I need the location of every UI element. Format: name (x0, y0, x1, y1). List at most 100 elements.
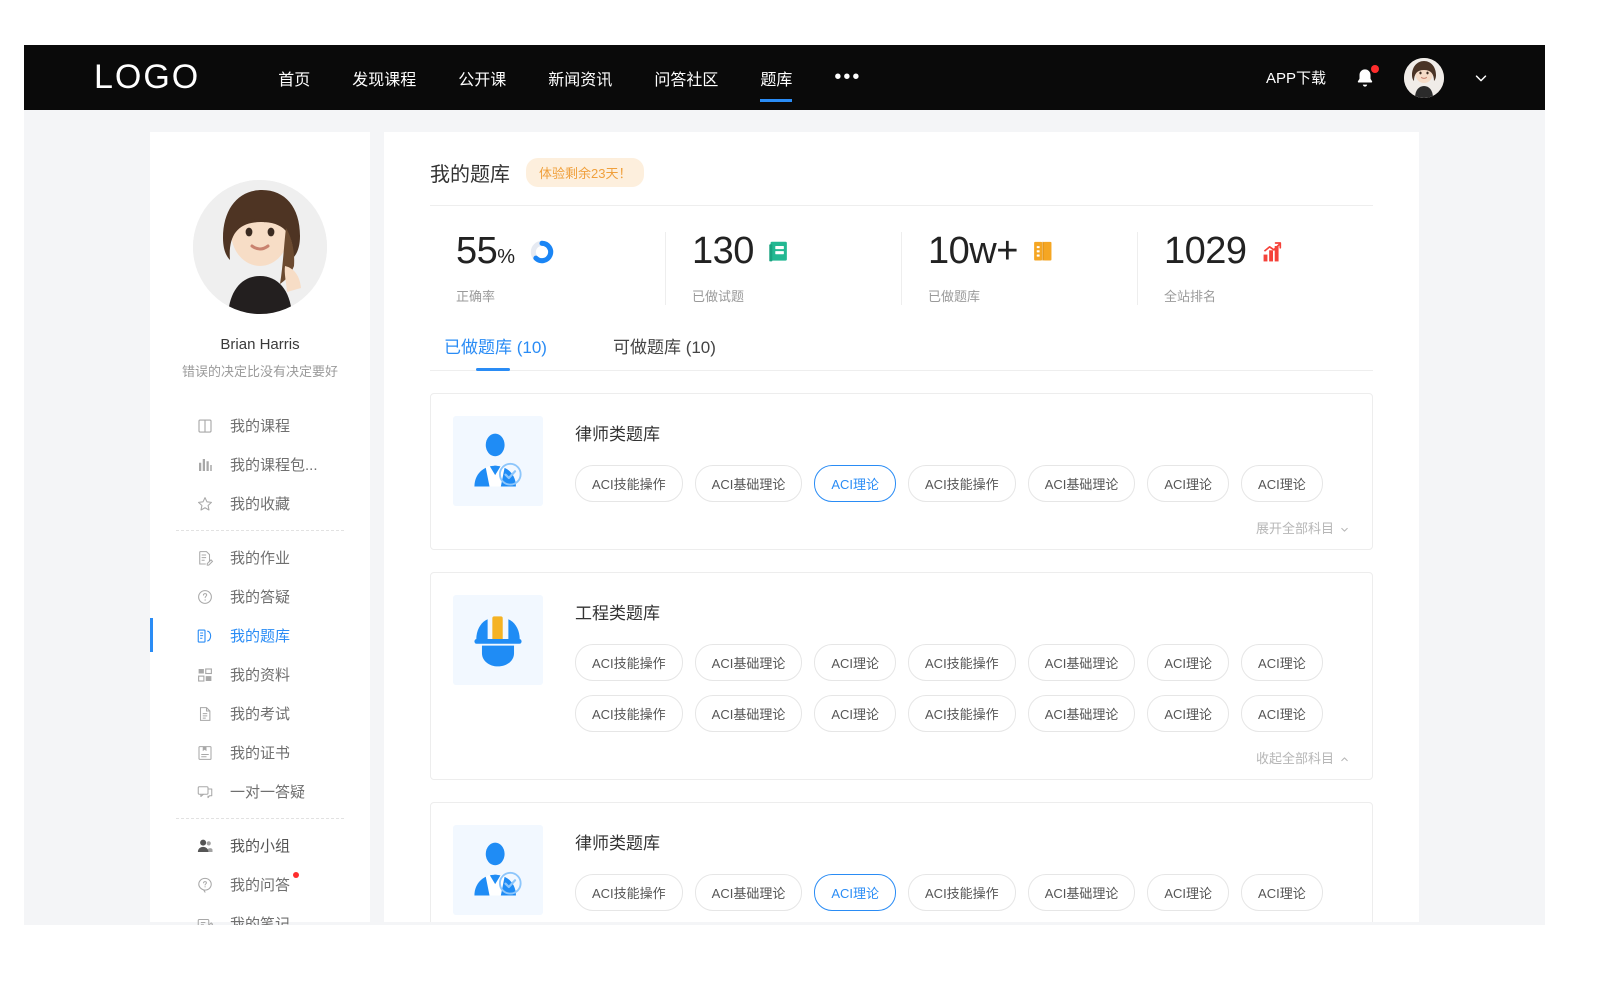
chevron-down-icon (1472, 69, 1490, 87)
subject-chip[interactable]: ACI基础理论 (695, 695, 803, 732)
stat-value: 130 (692, 232, 754, 272)
subject-chip[interactable]: ACI理论 (1241, 644, 1323, 681)
sidebar-item-1[interactable]: 我的课程包... (150, 445, 370, 484)
question-circle-icon (196, 588, 214, 606)
card-title: 律师类题库 (575, 420, 1350, 445)
nav-item-4[interactable]: 问答社区 (654, 45, 718, 110)
nav-item-5[interactable]: 题库 (760, 45, 792, 110)
sidebar-item-2[interactable]: 我的收藏 (150, 484, 370, 523)
star-icon (196, 495, 214, 513)
sidebar-item-0[interactable]: 我的课程 (150, 406, 370, 445)
sidebar-item-5[interactable]: 我的答疑 (150, 577, 370, 616)
subject-chip-row: ACI技能操作 ACI基础理论 ACI理论 ACI技能操作 ACI基础理论 ACI理论 AC… (575, 695, 1350, 732)
chevron-up-icon (1339, 754, 1350, 765)
sidebar-item-6[interactable]: 我的题库 (150, 616, 370, 655)
subject-chip[interactable]: ACI理论 (1147, 695, 1229, 732)
subject-chip[interactable]: ACI技能操作 (575, 695, 683, 732)
notification-bell-button[interactable] (1354, 66, 1376, 90)
sidebar-item-7[interactable]: 我的资料 (150, 655, 370, 694)
note-pen-icon (196, 915, 214, 926)
sidebar-item-4[interactable]: 我的作业 (150, 538, 370, 577)
stat-value-row: 1029 (1164, 232, 1373, 272)
content-tabs: 已做题库 (10) 可做题库 (10) (430, 333, 1373, 371)
sidebar-item-10[interactable]: 一对一答疑 (150, 772, 370, 811)
subject-chip[interactable]: ACI理论 (1147, 874, 1229, 911)
subject-chip[interactable]: ACI基础理论 (1028, 874, 1136, 911)
exam-paper-icon (196, 705, 214, 723)
sidebar-user-name: Brian Harris (150, 336, 370, 353)
subject-chip[interactable]: ACI理论 (1147, 465, 1229, 502)
subject-chip[interactable]: ACI基础理论 (695, 644, 803, 681)
nav-item-0[interactable]: 首页 (278, 45, 310, 110)
subject-chip[interactable]: ACI技能操作 (908, 644, 1016, 681)
subject-chip[interactable]: ACI基础理论 (1028, 695, 1136, 732)
subject-chip[interactable]: ACI基础理论 (1028, 644, 1136, 681)
expand-collapse-subjects-button[interactable]: 收起全部科目 (575, 746, 1350, 767)
sidebar-divider (176, 530, 344, 531)
subject-chip[interactable]: ACI技能操作 (908, 695, 1016, 732)
orange-book-icon (1032, 239, 1058, 265)
subject-chip[interactable]: ACI技能操作 (575, 644, 683, 681)
sidebar-item-8[interactable]: 我的考试 (150, 694, 370, 733)
sidebar-item-label: 我的笔记 (230, 913, 290, 925)
tab-1[interactable]: 可做题库 (10) (613, 333, 716, 370)
subject-chip[interactable]: ACI理论 (814, 465, 896, 502)
nav-item-2[interactable]: 公开课 (458, 45, 506, 110)
subject-chip[interactable]: ACI理论 (1241, 465, 1323, 502)
subject-chip[interactable]: ACI理论 (1241, 695, 1323, 732)
trial-status-badge: 体验剩余23天！ (526, 158, 644, 187)
grid-files-icon (196, 666, 214, 684)
main-content-panel: 我的题库 体验剩余23天！ 55%正确率130已做试题10w+已做题库1029全… (384, 132, 1419, 922)
stat-label: 正确率 (456, 286, 665, 305)
question-bank-card: 律师类题库 ACI技能操作 ACI基础理论 ACI理论 ACI技能操作 ACI基础理论 AC… (430, 393, 1373, 550)
sidebar-item-14[interactable]: 我的笔记 (150, 904, 370, 925)
lawyer-avatar-icon (453, 416, 543, 506)
sidebar-item-13[interactable]: 我的问答 (150, 865, 370, 904)
subject-chip[interactable]: ACI技能操作 (575, 874, 683, 911)
subject-chip[interactable]: ACI基础理论 (695, 465, 803, 502)
unread-dot (293, 872, 299, 878)
subject-chip[interactable]: ACI理论 (1241, 874, 1323, 911)
stat-value: 55% (456, 232, 515, 272)
subject-chip[interactable]: ACI技能操作 (575, 465, 683, 502)
stat-unit: % (497, 246, 514, 268)
site-logo[interactable]: LOGO (94, 58, 200, 97)
stat-card-1: 130已做试题 (665, 232, 901, 305)
nav-item-3[interactable]: 新闻资讯 (548, 45, 612, 110)
sidebar-item-label: 我的证书 (230, 742, 290, 763)
expand-collapse-subjects-button[interactable]: 展开全部科目 (575, 516, 1350, 537)
nav-item-1[interactable]: 发现课程 (352, 45, 416, 110)
subject-chip[interactable]: ACI理论 (814, 644, 896, 681)
stat-value-row: 55% (456, 232, 665, 272)
tab-0[interactable]: 已做题库 (10) (444, 333, 547, 370)
subject-chip[interactable]: ACI技能操作 (908, 465, 1016, 502)
user-menu-chevron[interactable] (1472, 69, 1490, 87)
question-bank-card: 律师类题库ACI技能操作ACI基础理论ACI理论ACI技能操作ACI基础理论AC… (430, 802, 1373, 922)
app-download-link[interactable]: APP下载 (1266, 67, 1326, 88)
question-bank-card-list: 律师类题库ACI技能操作ACI基础理论ACI理论ACI技能操作ACI基础理论AC… (430, 393, 1373, 922)
sidebar-item-12[interactable]: 我的小组 (150, 826, 370, 865)
subject-chip[interactable]: ACI基础理论 (695, 874, 803, 911)
card-body: 律师类题库 ACI技能操作 ACI基础理论 ACI理论 ACI技能操作 ACI基础理论 AC… (575, 416, 1350, 537)
homework-icon (196, 549, 214, 567)
subject-chip-row: ACI技能操作 ACI基础理论 ACI理论 ACI技能操作 ACI基础理论 ACI理论 AC… (575, 644, 1350, 681)
chat-bubble-icon (196, 783, 214, 801)
sidebar-divider (176, 818, 344, 819)
expand-collapse-label: 展开全部科目 (1256, 521, 1334, 536)
sidebar-item-label: 我的题库 (230, 625, 290, 646)
sidebar-item-9[interactable]: 我的证书 (150, 733, 370, 772)
stat-value: 10w+ (928, 232, 1018, 272)
sidebar-item-label: 我的课程 (230, 415, 290, 436)
red-bar-chart-icon (1261, 239, 1287, 265)
profile-avatar-image (193, 180, 327, 314)
user-avatar-image (1404, 58, 1444, 98)
subject-chip[interactable]: ACI基础理论 (1028, 465, 1136, 502)
nav-more-icon[interactable]: ••• (834, 45, 861, 110)
subject-chip[interactable]: ACI理论 (1147, 644, 1229, 681)
subject-chip[interactable]: ACI技能操作 (908, 874, 1016, 911)
user-avatar[interactable] (1404, 58, 1444, 98)
subject-chip[interactable]: ACI理论 (814, 874, 896, 911)
stats-row: 55%正确率130已做试题10w+已做题库1029全站排名 (430, 232, 1373, 323)
sidebar-item-label: 我的小组 (230, 835, 290, 856)
subject-chip[interactable]: ACI理论 (814, 695, 896, 732)
